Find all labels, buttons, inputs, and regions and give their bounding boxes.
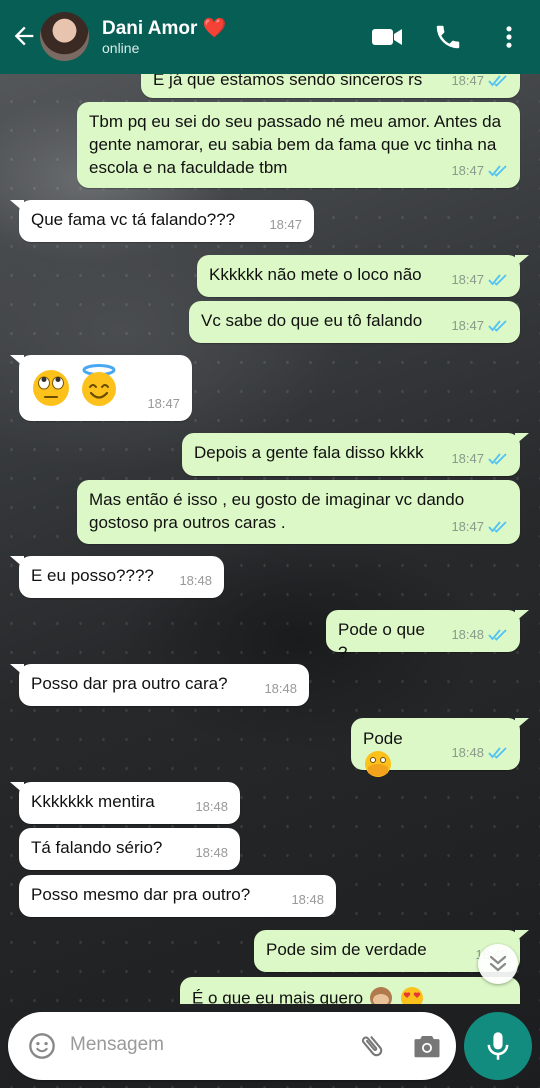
message-time: 18:48	[195, 845, 228, 860]
attach-icon[interactable]	[358, 1032, 386, 1060]
message-text: Posso dar pra outro cara?	[31, 674, 228, 693]
smiling-face-with-heart-eyes-emoji	[400, 987, 423, 1004]
message-text: Vc sabe do que eu tô falando	[201, 311, 423, 330]
message-incoming[interactable]: Que fama vc tá falando??? 18:47	[10, 200, 314, 242]
message-time: 18:48	[451, 745, 484, 760]
message-outgoing[interactable]: Tbm pq eu sei do seu passado né meu amor…	[77, 102, 520, 188]
emoji-icon[interactable]	[28, 1032, 56, 1060]
message-text: Pode	[363, 729, 403, 749]
message-text: Kkkkkkk mentira	[31, 792, 155, 811]
phone-icon[interactable]	[433, 22, 463, 52]
see-no-evil-monkey-emoji	[369, 987, 392, 1004]
camera-icon[interactable]	[412, 1032, 442, 1060]
message-time: 18:47	[451, 318, 484, 333]
message-time: 18:47	[451, 74, 484, 88]
read-ticks-icon	[488, 273, 507, 286]
message-incoming[interactable]: 18:47	[10, 355, 192, 421]
message-text: Pode sim de verdade	[266, 940, 427, 959]
message-list[interactable]: E já que estamos sendo sinceros rs 18:47…	[0, 74, 540, 1004]
message-time: 18:47	[269, 217, 302, 232]
message-outgoing[interactable]: Depois a gente fala disso kkkk 18:47	[182, 433, 529, 476]
read-ticks-icon	[488, 746, 507, 759]
message-text: Kkkkkk não mete o loco não	[209, 265, 422, 284]
message-time: 18:47	[147, 396, 180, 411]
message-time: 18:48	[195, 799, 228, 814]
message-input[interactable]: Mensagem	[70, 1034, 164, 1056]
message-outgoing[interactable]: Vc sabe do que eu tô falando 18:47	[189, 301, 520, 343]
read-ticks-icon	[488, 164, 507, 177]
message-time: 18:47	[451, 163, 484, 178]
face-with-rolling-eyes-emoji	[33, 370, 69, 406]
message-time: 18:47	[451, 272, 484, 287]
contact-name[interactable]: Dani Amor ❤️	[102, 16, 226, 40]
message-time: 18:48	[179, 573, 212, 588]
message-incoming[interactable]: Posso mesmo dar pra outro? 18:48	[19, 875, 336, 917]
read-ticks-icon	[488, 452, 507, 465]
message-time: 18:47	[451, 451, 484, 466]
message-outgoing[interactable]: É o que eu mais quero	[180, 977, 520, 1004]
contact-status: online	[102, 40, 140, 56]
read-ticks-icon	[488, 74, 507, 87]
double-chevron-down-icon	[489, 955, 507, 972]
message-text: Que fama vc tá falando???	[31, 210, 236, 229]
message-time: 18:48	[291, 892, 324, 907]
scroll-to-bottom-button[interactable]	[478, 944, 518, 984]
read-ticks-icon	[488, 628, 507, 641]
message-outgoing[interactable]: E já que estamos sendo sinceros rs 18:47	[141, 74, 520, 98]
message-outgoing[interactable]: Pode o que ? 18:48	[326, 610, 529, 662]
message-outgoing[interactable]: Pode 18:48	[351, 718, 529, 778]
more-vert-icon[interactable]	[495, 22, 523, 52]
face-with-open-eyes-and-hand-over-mouth-emoji	[365, 751, 391, 778]
message-time: 18:48	[451, 627, 484, 642]
voice-record-button[interactable]	[464, 1012, 532, 1080]
message-text: Tá falando sério?	[31, 838, 163, 857]
chat-header: Dani Amor ❤️ online	[0, 0, 540, 74]
message-text: É o que eu mais quero	[192, 988, 364, 1005]
read-ticks-icon	[488, 520, 507, 533]
message-composer[interactable]: Mensagem	[8, 1012, 456, 1080]
message-incoming[interactable]: Kkkkkkk mentira 18:48	[10, 782, 240, 824]
video-call-icon[interactable]	[370, 22, 404, 52]
message-text: Pode o que ?	[338, 620, 425, 662]
message-outgoing[interactable]: Kkkkkk não mete o loco não 18:47	[197, 255, 529, 297]
message-incoming[interactable]: Posso dar pra outro cara? 18:48	[10, 664, 309, 706]
message-incoming[interactable]: Tá falando sério? 18:48	[19, 828, 240, 870]
message-text: Tbm pq eu sei do seu passado né meu amor…	[89, 112, 502, 177]
message-text: Posso mesmo dar pra outro?	[31, 885, 251, 904]
message-text: Depois a gente fala disso kkkk	[194, 443, 424, 462]
message-text: E eu posso????	[31, 566, 154, 585]
contact-avatar[interactable]	[40, 12, 89, 61]
back-arrow-icon[interactable]	[10, 22, 38, 50]
message-time: 18:47	[451, 519, 484, 534]
message-time: 18:48	[264, 681, 297, 696]
smiling-face-with-halo-emoji	[81, 364, 116, 406]
message-outgoing[interactable]: Mas então é isso , eu gosto de imaginar …	[77, 480, 520, 544]
mic-icon	[487, 1032, 509, 1060]
read-ticks-icon	[488, 319, 507, 332]
message-text: Mas então é isso , eu gosto de imaginar …	[89, 490, 465, 532]
message-incoming[interactable]: E eu posso???? 18:48	[10, 556, 224, 598]
message-text: E já que estamos sendo sinceros rs	[153, 74, 423, 89]
